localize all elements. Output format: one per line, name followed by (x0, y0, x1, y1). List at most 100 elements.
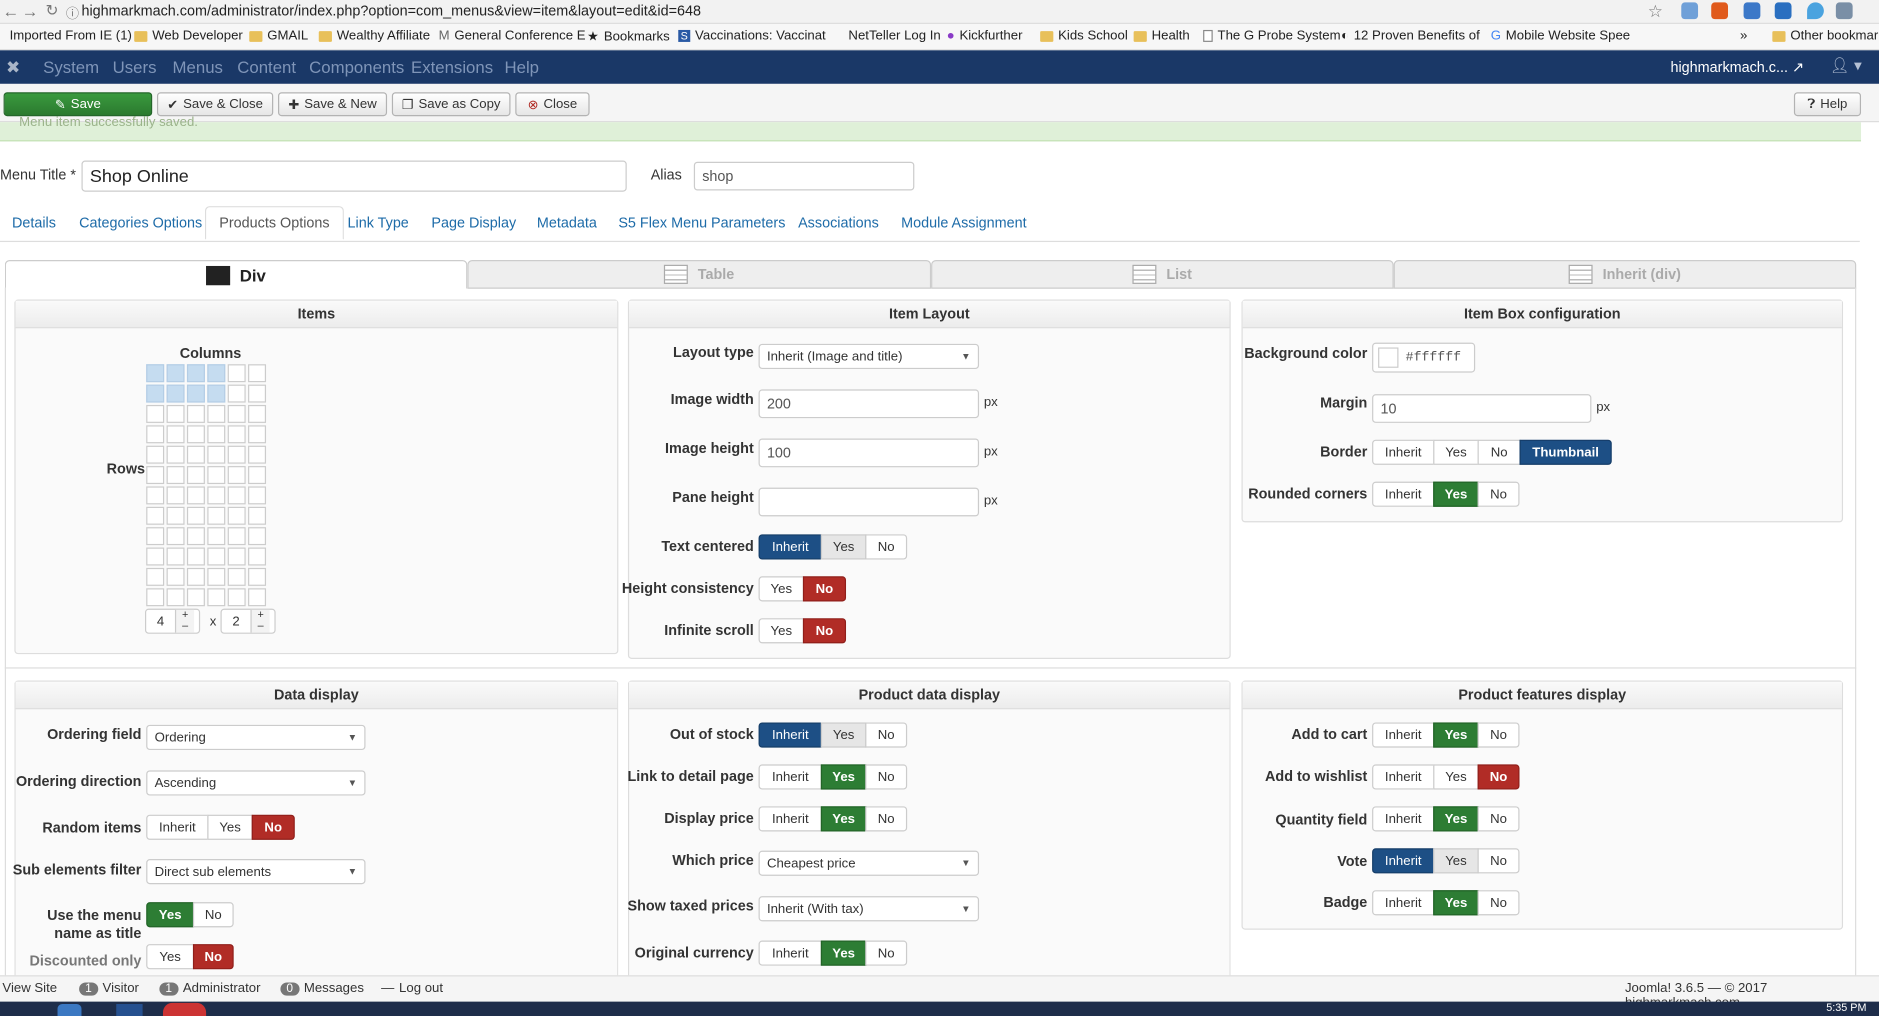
infinite-scroll-no[interactable]: No (802, 618, 847, 644)
sub-elements-select[interactable]: Direct sub elements ▼ (146, 859, 366, 885)
border-yes[interactable]: Yes (1433, 439, 1479, 465)
add-to-wishlist-yes[interactable]: Yes (1433, 764, 1479, 790)
discounted-no[interactable]: No (192, 944, 234, 970)
pane-height-input[interactable] (758, 487, 980, 517)
tab-page-display[interactable]: Page Display (431, 214, 516, 231)
joomla-logo-icon[interactable]: ✖ (6, 58, 20, 78)
grid-cell[interactable] (166, 486, 185, 505)
grid-cell[interactable] (186, 486, 205, 505)
grid-cell[interactable] (146, 466, 165, 485)
grid-cell[interactable] (248, 404, 267, 423)
grid-cell[interactable] (166, 527, 185, 546)
link-detail-no[interactable]: No (865, 764, 908, 790)
menu-content[interactable]: Content (237, 58, 296, 77)
grid-cell[interactable] (227, 425, 246, 444)
bookmark-item[interactable]: NetTeller Log In (848, 29, 940, 43)
taskbar-app-icon[interactable] (57, 1004, 82, 1016)
vote-no[interactable]: No (1477, 848, 1520, 874)
grid-cell[interactable] (146, 425, 165, 444)
grid-cell[interactable] (146, 527, 165, 546)
grid-cell[interactable] (207, 588, 226, 607)
tab-metadata[interactable]: Metadata (537, 214, 597, 231)
grid-cell[interactable] (186, 466, 205, 485)
badge-yes[interactable]: Yes (1433, 890, 1479, 916)
extension-icon[interactable] (1681, 2, 1699, 20)
grid-cell[interactable] (166, 567, 185, 586)
tab-associations[interactable]: Associations (798, 214, 879, 231)
site-link[interactable]: highmarkmach.c... ↗ (1670, 59, 1804, 76)
layout-tab-div[interactable]: Div (4, 259, 468, 289)
bookmarks-overflow[interactable]: » (1740, 29, 1747, 43)
badge-no[interactable]: No (1477, 890, 1520, 916)
grid-cell[interactable] (146, 567, 165, 586)
image-width-input[interactable]: 200 (758, 389, 980, 419)
columns-plus-minus[interactable]: + – (174, 609, 195, 633)
infinite-scroll-yes[interactable]: Yes (758, 618, 805, 644)
use-menu-name-no[interactable]: No (192, 902, 234, 928)
grid-cell[interactable] (207, 364, 226, 383)
bookmark-item[interactable]: GMAIL (249, 29, 308, 43)
columns-stepper[interactable]: 4 + – (144, 608, 201, 634)
grid-cell[interactable] (166, 425, 185, 444)
grid-cell[interactable] (146, 445, 165, 464)
bookmark-item[interactable]: M General Conference E (439, 29, 586, 43)
administrators-indicator[interactable]: 1 Administrator (159, 981, 260, 996)
grid-cell[interactable] (207, 466, 226, 485)
grid-cell[interactable] (146, 404, 165, 423)
grid-cell[interactable] (227, 588, 246, 607)
add-to-cart-no[interactable]: No (1477, 722, 1520, 748)
info-icon[interactable]: ⓘ (66, 4, 79, 23)
quantity-field-yes[interactable]: Yes (1433, 806, 1479, 832)
grid-cell[interactable] (186, 567, 205, 586)
use-menu-name-yes[interactable]: Yes (146, 902, 195, 928)
rounded-yes[interactable]: Yes (1433, 481, 1479, 507)
tab-module-assignment[interactable]: Module Assignment (901, 214, 1027, 231)
extension-icon[interactable] (1774, 2, 1792, 20)
bookmark-item[interactable]: S Vaccinations: Vaccinat (678, 29, 826, 43)
grid-cell[interactable] (166, 588, 185, 607)
grid-cell[interactable] (166, 466, 185, 485)
out-of-stock-yes[interactable]: Yes (820, 722, 867, 748)
show-taxed-select[interactable]: Inherit (With tax) ▼ (758, 896, 980, 922)
grid-cell[interactable] (186, 364, 205, 383)
original-currency-yes[interactable]: Yes (820, 940, 867, 966)
grid-cell[interactable] (207, 425, 226, 444)
rounded-no[interactable]: No (1477, 481, 1520, 507)
out-of-stock-inherit[interactable]: Inherit (758, 722, 823, 748)
save-copy-button[interactable]: ❐ Save as Copy (391, 92, 511, 117)
display-price-no[interactable]: No (865, 806, 908, 832)
height-consistency-no[interactable]: No (802, 576, 847, 602)
grid-cell[interactable] (227, 547, 246, 566)
view-site-link[interactable]: View Site (2, 981, 57, 995)
grid-cell[interactable] (248, 425, 267, 444)
badge-inherit[interactable]: Inherit (1372, 890, 1435, 916)
margin-input[interactable]: 10 (1372, 394, 1592, 423)
logout-link[interactable]: — Log out (381, 981, 443, 995)
grid-cell[interactable] (186, 506, 205, 525)
grid-cell[interactable] (248, 384, 267, 403)
original-currency-inherit[interactable]: Inherit (758, 940, 823, 966)
layout-type-select[interactable]: Inherit (Image and title) ▼ (758, 343, 980, 370)
grid-cell[interactable] (248, 364, 267, 383)
grid-cell[interactable] (248, 547, 267, 566)
items-grid-selector[interactable] (146, 364, 267, 607)
grid-cell[interactable] (146, 364, 165, 383)
grid-cell[interactable] (186, 527, 205, 546)
text-centered-inherit[interactable]: Inherit (758, 534, 823, 560)
bookmark-item[interactable]: Kids School (1040, 29, 1128, 43)
grid-cell[interactable] (248, 567, 267, 586)
visitors-indicator[interactable]: 1 Visitor (79, 981, 139, 996)
border-thumbnail[interactable]: Thumbnail (1519, 439, 1612, 465)
grid-cell[interactable] (227, 486, 246, 505)
grid-cell[interactable] (186, 404, 205, 423)
height-consistency-yes[interactable]: Yes (758, 576, 805, 602)
image-height-input[interactable]: 100 (758, 438, 980, 468)
user-icon[interactable]: 👤︎ ▾ (1830, 56, 1862, 75)
rows-plus-minus[interactable]: + – (250, 609, 270, 633)
display-price-inherit[interactable]: Inherit (758, 806, 823, 832)
menu-menus[interactable]: Menus (173, 58, 223, 77)
layout-tab-table[interactable]: Table (467, 259, 932, 289)
add-to-wishlist-inherit[interactable]: Inherit (1372, 764, 1435, 790)
grid-cell[interactable] (248, 588, 267, 607)
add-to-cart-yes[interactable]: Yes (1433, 722, 1479, 748)
